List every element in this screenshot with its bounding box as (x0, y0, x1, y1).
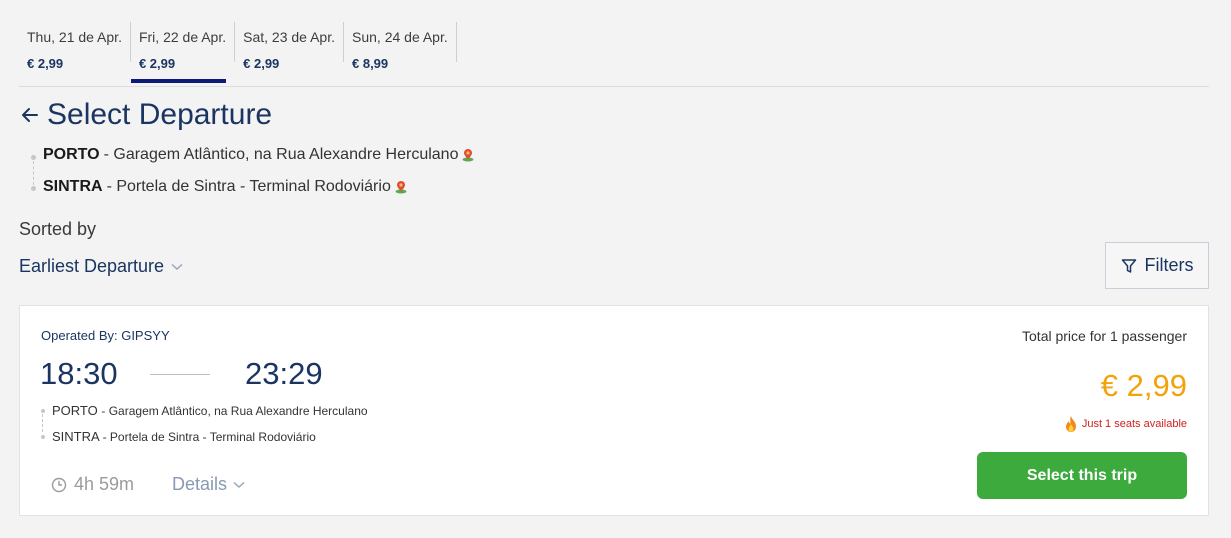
trip-route: PORTO - Garagem Atlântico, na Rua Alexan… (41, 403, 368, 445)
duration-value: 4h 59m (74, 474, 135, 494)
trip-card: Operated By: GIPSYY 18:30 23:29 PORTO - … (19, 305, 1209, 516)
route-destination: SINTRA - Portela de Sintra - Terminal Ro… (31, 176, 475, 198)
date-tab-date: Sat, 23 de Apr. (243, 29, 335, 45)
trip-destination: SINTRA - Portela de Sintra - Terminal Ro… (52, 429, 368, 445)
filter-icon (1121, 258, 1136, 273)
date-tab-price: € 2,99 (27, 56, 64, 71)
seats-warning: Just 1 seats available (1064, 415, 1187, 433)
route-origin: PORTO - Garagem Atlântico, na Rua Alexan… (31, 144, 475, 166)
sort-dropdown[interactable]: Earliest Departure (19, 256, 183, 277)
date-tab-price: € 2,99 (243, 56, 280, 71)
filters-label: Filters (1144, 255, 1194, 275)
date-tab-fri-22[interactable]: Fri, 22 de Apr. € 2,99 (130, 22, 236, 83)
trip-destination-city: SINTRA (52, 429, 99, 444)
fire-icon (1065, 416, 1076, 432)
trip-origin: PORTO - Garagem Atlântico, na Rua Alexan… (52, 403, 368, 419)
route-connector (42, 414, 43, 432)
route-summary: PORTO - Garagem Atlântico, na Rua Alexan… (31, 144, 475, 198)
date-tabs: Thu, 21 de Apr. € 2,99 Fri, 22 de Apr. €… (19, 22, 457, 86)
total-price-label: Total price for 1 passenger (1022, 328, 1187, 344)
destination-dot (31, 186, 36, 191)
sorted-by-label: Sorted by (19, 219, 97, 239)
route-connector (33, 161, 34, 185)
date-tab-sun-24[interactable]: Sun, 24 de Apr. € 8,99 (344, 22, 457, 71)
sort-value: Earliest Departure (19, 256, 165, 276)
arrival-time: 23:29 (245, 356, 323, 391)
details-label: Details (172, 474, 228, 494)
chevron-down-icon (171, 263, 183, 270)
departure-time: 18:30 (40, 356, 118, 391)
title-row: Select Departure (19, 98, 272, 132)
page-title: Select Departure (47, 98, 273, 131)
trip-origin-city: PORTO (52, 403, 98, 418)
date-tab-sat-23[interactable]: Sat, 23 de Apr. € 2,99 (235, 22, 344, 71)
date-tab-price: € 8,99 (352, 56, 389, 71)
operator-label: Operated By: GIPSYY (41, 328, 170, 343)
trip-duration: 4h 59m (51, 474, 134, 495)
date-tab-date: Thu, 21 de Apr. (27, 29, 122, 45)
map-pin-icon[interactable] (461, 148, 475, 162)
destination-city: SINTRA (43, 178, 103, 195)
destination-stop: - Portela de Sintra - Terminal Rodoviári… (106, 178, 391, 195)
trip-origin-stop: - Garagem Atlântico, na Rua Alexandre He… (101, 404, 368, 418)
origin-dot (41, 409, 45, 413)
date-tab-date: Fri, 22 de Apr. (138, 29, 227, 45)
date-tab-price: € 2,99 (138, 56, 176, 71)
map-pin-icon[interactable] (394, 180, 408, 194)
arrow-left-icon[interactable] (19, 104, 41, 126)
destination-dot (41, 435, 45, 439)
clock-icon (51, 477, 67, 492)
trip-destination-stop: - Portela de Sintra - Terminal Rodoviári… (102, 430, 316, 444)
date-tab-thu-21[interactable]: Thu, 21 de Apr. € 2,99 (19, 22, 131, 71)
time-connector (150, 374, 210, 375)
seats-text: Just 1 seats available (1081, 418, 1187, 430)
origin-city: PORTO (43, 146, 100, 163)
details-toggle[interactable]: Details (172, 474, 245, 495)
origin-dot (31, 155, 36, 160)
trip-price: € 2,99 (1100, 368, 1187, 403)
tabs-divider (19, 86, 1209, 87)
filters-button[interactable]: Filters (1105, 242, 1209, 289)
chevron-down-icon (233, 481, 245, 488)
select-trip-button[interactable]: Select this trip (977, 452, 1187, 499)
origin-stop: - Garagem Atlântico, na Rua Alexandre He… (103, 146, 459, 163)
date-tab-date: Sun, 24 de Apr. (352, 29, 448, 45)
